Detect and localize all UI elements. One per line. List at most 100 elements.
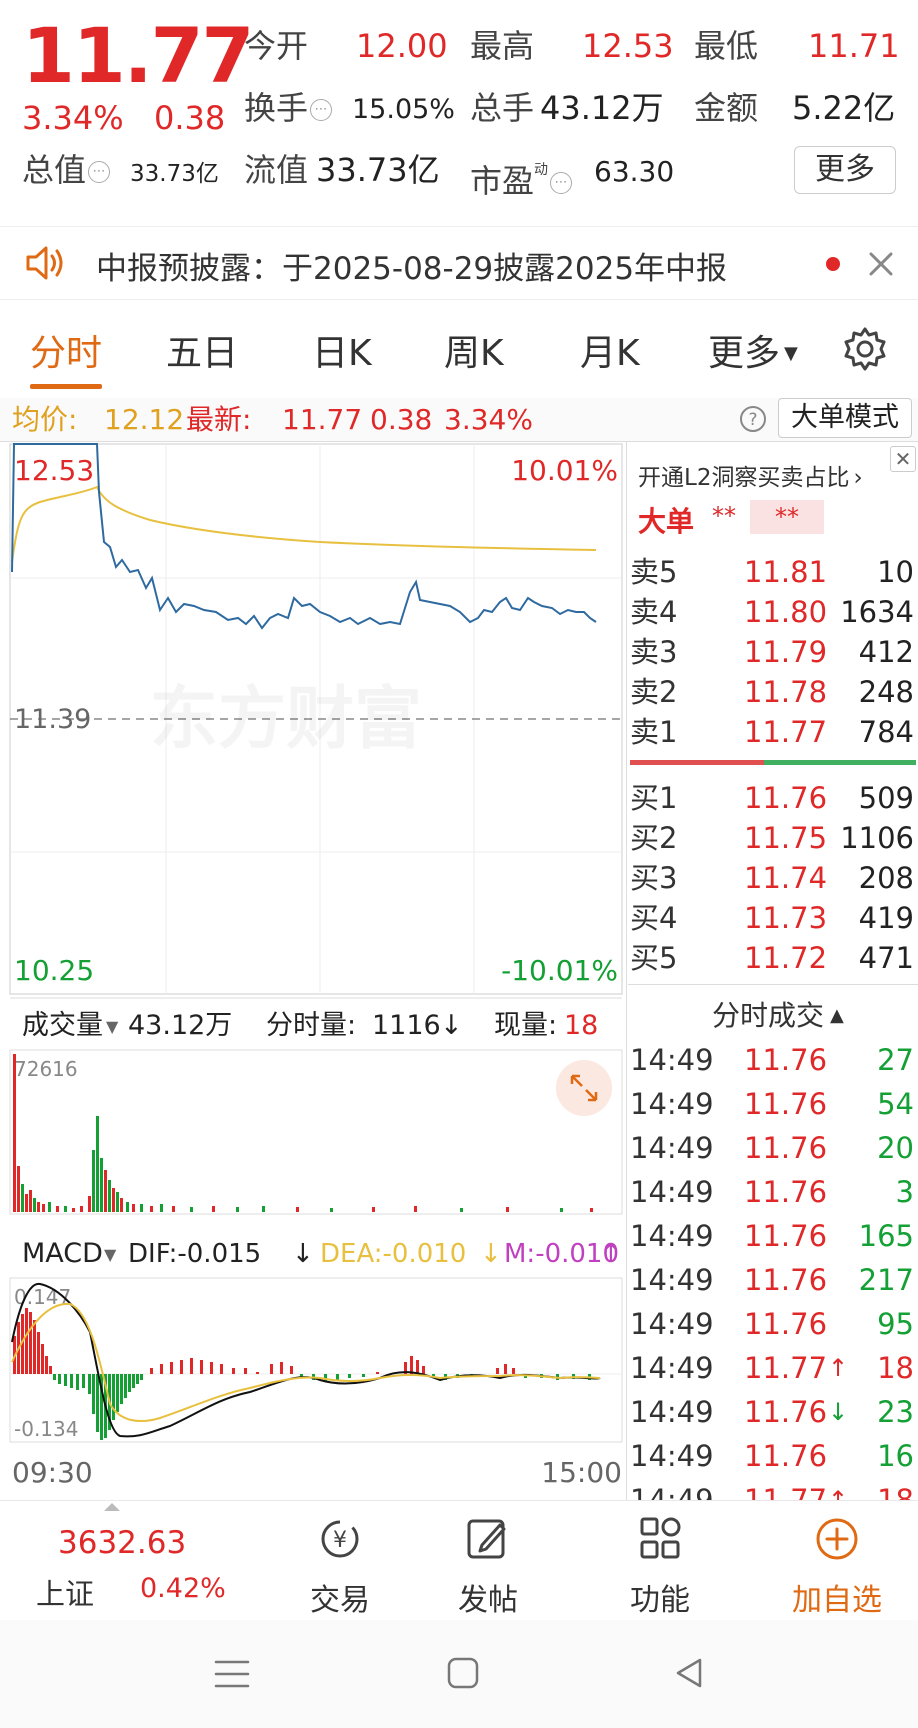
bid-row-4[interactable]: 买4 11.73 419 [628, 898, 918, 938]
post-button[interactable]: 发帖 [428, 1501, 548, 1619]
amount-label: 金额 [694, 89, 759, 127]
big-order-mode-button[interactable]: 大单模式 [778, 398, 912, 438]
edit-icon [467, 1519, 506, 1559]
tab-five-day[interactable]: 五日 [166, 324, 238, 376]
unread-dot [826, 257, 840, 271]
ask-ratio-bar [630, 760, 764, 765]
bottom-action-bar: 3632.63 上证 0.42% ¥ 交易 发帖 功能 加自选 [0, 1500, 918, 1620]
tick-row: 14:49 11.77 ↑ 18 [628, 1478, 918, 1500]
ask-row-1[interactable]: 卖1 11.77 784 [628, 712, 918, 752]
ask-row-5[interactable]: 卖5 11.81 10 [628, 552, 918, 592]
index-percent[interactable]: 0.42% [140, 1573, 226, 1604]
info-icon[interactable]: ⋯ [310, 99, 333, 121]
price-line [11, 443, 597, 630]
close-icon[interactable]: ✕ [890, 446, 916, 472]
latest-value: 11.77 [282, 403, 363, 436]
sort-up-icon: ▲ [830, 1005, 844, 1026]
help-icon[interactable]: ? [738, 404, 768, 434]
tab-monthly-k[interactable]: 月K [580, 324, 640, 376]
back-icon[interactable] [672, 1656, 706, 1690]
tick-trades-title[interactable]: 分时成交 ▲ [712, 994, 844, 1034]
down-arrow-icon: ↓ [828, 1398, 849, 1426]
big-order-value-2: ** [750, 500, 824, 534]
trade-button[interactable]: ¥ 交易 [280, 1501, 400, 1619]
watermark-text: 东方财富 [150, 680, 422, 759]
add-circle-icon [816, 1518, 858, 1560]
down-arrow-icon: ↓ [480, 1239, 502, 1269]
gear-icon[interactable] [842, 326, 888, 372]
tab-daily-k[interactable]: 日K [312, 324, 372, 376]
y-max-label: 12.53 [14, 454, 94, 487]
bid-row-5[interactable]: 买5 11.72 471 [628, 938, 918, 978]
y-min-label: 10.25 [14, 954, 94, 987]
ask-row-3[interactable]: 卖3 11.79 412 [628, 632, 918, 672]
pe-label[interactable]: 市盈动⋯ [470, 150, 573, 201]
system-nav-bar [0, 1620, 918, 1728]
tick-row: 14:49 11.76 54 [630, 1087, 914, 1121]
tick-row: 14:49 11.76 20 [630, 1131, 914, 1165]
current-volume-value: 18 [564, 1010, 598, 1041]
volume-label: 成交量 [22, 1010, 103, 1041]
open-label: 今开 [244, 27, 309, 65]
turnover-label[interactable]: 换手 ⋯ [244, 88, 333, 128]
bid-ratio-bar [764, 760, 916, 765]
l2-link[interactable]: 开通L2洞察买卖占比 › [638, 458, 863, 492]
up-arrow-icon: ↑ [828, 1354, 849, 1382]
index-name[interactable]: 上证 [36, 1571, 94, 1613]
dropdown-arrow-icon: ▼ [104, 1245, 117, 1264]
change-amount: 0.38 [154, 99, 226, 137]
ask-row-4[interactable]: 卖4 11.80 1634 [628, 592, 918, 632]
index-value[interactable]: 3632.63 [58, 1525, 186, 1561]
tab-weekly-k[interactable]: 周K [444, 324, 504, 376]
divider [628, 984, 918, 985]
home-icon[interactable] [446, 1656, 480, 1690]
notice-text[interactable]: 中报预披露：于2025-08-29披露2025年中报 [96, 243, 727, 288]
svg-text:¥: ¥ [333, 1528, 347, 1553]
tick-trade-list[interactable]: 14:49 11.76 27 14:49 11.76 54 14:49 11.76 20 1… [628, 1038, 918, 1500]
tab-intraday[interactable]: 分时 [30, 324, 102, 376]
volume-bars [13, 1054, 593, 1212]
float-label: 流值 [244, 151, 309, 189]
chevron-right-icon: › [853, 465, 863, 491]
avg-label: 均价: [12, 403, 78, 436]
up-arrow-icon: ↑ [828, 1486, 849, 1500]
bid-row-2[interactable]: 买2 11.75 1106 [628, 818, 918, 858]
tab-more[interactable]: 更多 ▼ [708, 324, 798, 376]
macd-dea: DEA:-0.010 [320, 1239, 466, 1269]
dropdown-arrow-icon: ▼ [106, 1017, 119, 1036]
tab-underline [30, 384, 102, 389]
amount-value: 5.22亿 [792, 89, 896, 127]
current-volume-label: 现量: [494, 1010, 557, 1041]
collapse-arrow-icon[interactable] [104, 1503, 120, 1511]
order-book: 开通L2洞察买卖占比 › ✕ 大单 ** ** 卖5 11.81 10 卖4 11.80… [628, 442, 918, 1500]
menu-icon[interactable] [214, 1658, 250, 1690]
tick-volume-value: 1116 [372, 1010, 441, 1041]
change-percent: 3.34% [22, 99, 124, 137]
mktcap-label[interactable]: 总值 ⋯ [22, 150, 111, 190]
pe-sup: 动 [534, 162, 549, 178]
bid-row-3[interactable]: 买3 11.74 208 [628, 858, 918, 898]
notice-bar[interactable]: 中报预披露：于2025-08-29披露2025年中报 [0, 226, 918, 300]
add-watchlist-button[interactable]: 加自选 [772, 1501, 902, 1619]
tick-volume-label: 分时量: [266, 1010, 356, 1041]
tick-row: 14:49 11.77 ↑ 18 [628, 1346, 918, 1390]
pe-value: 63.30 [594, 155, 675, 188]
features-button[interactable]: 功能 [600, 1501, 720, 1619]
y-mid-label: 11.39 [14, 704, 91, 735]
intraday-chart[interactable]: 东方财富 12.53 11.39 10.25 10.01% -10.01% 成交… [0, 442, 628, 1500]
close-icon[interactable] [866, 249, 896, 279]
up-arrow-icon: ↑ [600, 1239, 622, 1269]
tick-row: 14:49 11.76 95 [630, 1307, 914, 1341]
svg-text:?: ? [748, 410, 757, 430]
more-button[interactable]: 更多 [794, 146, 896, 194]
info-icon[interactable]: ⋯ [88, 161, 111, 183]
time-start-label: 09:30 [12, 1456, 93, 1489]
pct-min-label: -10.01% [501, 954, 618, 987]
volume-label: 总手 [470, 89, 535, 127]
ask-row-2[interactable]: 卖2 11.78 248 [628, 672, 918, 712]
bid-row-1[interactable]: 买1 11.76 509 [628, 778, 918, 818]
macd-label: MACD [22, 1238, 103, 1269]
high-label: 最高 [470, 27, 535, 65]
info-icon[interactable]: ⋯ [550, 172, 573, 194]
tick-row: 14:49 11.76 27 [630, 1043, 914, 1077]
